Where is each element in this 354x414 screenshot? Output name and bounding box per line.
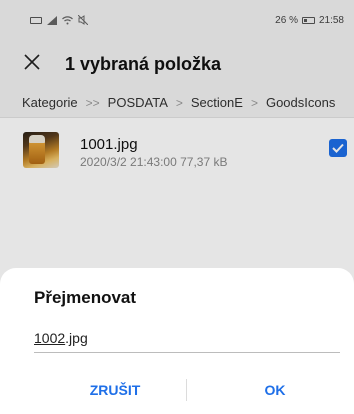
input-selected-text: 1002 (34, 330, 66, 346)
dialog-title: Přejmenovat (34, 288, 137, 307)
cancel-button[interactable]: ZRUŠIT (60, 376, 170, 404)
rename-input[interactable]: 1002.jpg (34, 330, 88, 346)
rename-dialog: Přejmenovat 1002.jpg ZRUŠIT OK (0, 268, 354, 414)
input-underline (34, 352, 340, 353)
input-extension-text: .jpg (65, 330, 88, 346)
button-divider (186, 379, 187, 401)
ok-button[interactable]: OK (230, 376, 320, 404)
